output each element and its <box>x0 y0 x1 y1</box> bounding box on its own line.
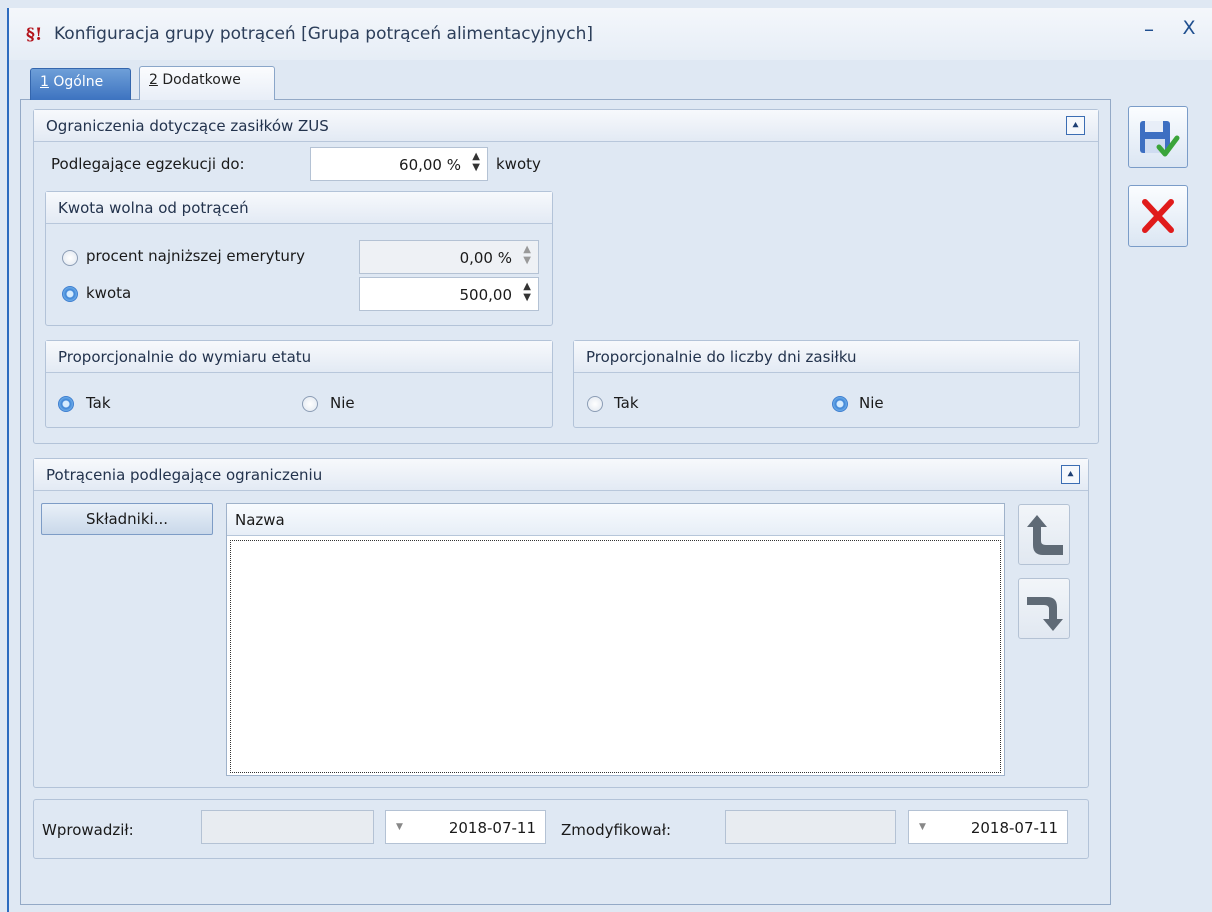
entered-date-picker[interactable]: ▼ 2018-07-11 <box>385 810 546 844</box>
modified-date-picker[interactable]: ▼ 2018-07-11 <box>908 810 1068 844</box>
components-button[interactable]: Składniki... <box>41 503 213 535</box>
date-value: 2018-07-11 <box>448 819 536 837</box>
tab-label: Dodatkowe <box>157 72 241 88</box>
spin-arrows-icon[interactable]: ▲ ▼ <box>523 244 531 266</box>
radio-amount[interactable] <box>62 286 78 302</box>
save-button[interactable] <box>1128 106 1188 168</box>
double-chevron-up-icon: ⯅ <box>1071 119 1080 132</box>
spinner-value: 0,00 % <box>459 249 512 267</box>
collapse-zus-button[interactable]: ⯅ <box>1066 116 1085 135</box>
dropdown-arrow-icon[interactable]: ▼ <box>396 822 403 832</box>
column-header-nazwa[interactable]: Nazwa <box>227 504 1004 536</box>
date-value: 2018-07-11 <box>970 819 1058 837</box>
collapse-deductions-button[interactable]: ⯅ <box>1061 465 1080 484</box>
spinner-value: 500,00 <box>459 286 513 304</box>
radio-amount-label: kwota <box>86 284 132 302</box>
curved-arrow-down-icon <box>1027 597 1063 631</box>
tab-label: Ogólne <box>48 74 104 90</box>
dropdown-arrow-icon[interactable]: ▼ <box>919 822 926 832</box>
group-header: Proporcjonalnie do wymiaru etatu <box>46 341 552 373</box>
move-down-button[interactable] <box>1018 578 1070 639</box>
save-icon <box>1140 121 1180 157</box>
amount-spinner[interactable]: 500,00 ▲ ▼ <box>359 277 539 311</box>
window-title: Konfiguracja grupy potrąceń [Grupa potrą… <box>54 24 593 44</box>
execution-label: Podlegające egzekucji do: <box>51 155 245 173</box>
double-chevron-up-icon: ⯅ <box>1066 468 1075 481</box>
tab-dodatkowe[interactable]: 2 Dodatkowe <box>139 66 275 100</box>
radio-days-yes[interactable] <box>587 396 603 412</box>
move-up-button[interactable] <box>1018 504 1070 565</box>
group-header: Ograniczenia dotyczące zasiłków ZUS <box>34 110 1098 142</box>
modified-by-field <box>725 810 896 844</box>
close-button[interactable]: X <box>1178 17 1200 39</box>
radio-days-yes-label: Tak <box>614 394 639 412</box>
cancel-button[interactable] <box>1128 185 1188 247</box>
percent-pension-spinner[interactable]: 0,00 % ▲ ▼ <box>359 240 539 274</box>
radio-etat-yes-label: Tak <box>86 394 111 412</box>
spinner-value: 60,00 % <box>399 156 461 174</box>
tab-shortcut: 2 <box>149 72 158 88</box>
minimize-button[interactable]: – <box>1138 17 1160 41</box>
radio-percent-pension[interactable] <box>62 250 78 266</box>
radio-days-no[interactable] <box>832 396 848 412</box>
radio-days-no-label: Nie <box>859 394 884 412</box>
grid-body[interactable] <box>230 540 1001 773</box>
execution-suffix: kwoty <box>496 155 541 173</box>
curved-arrow-up-icon <box>1027 515 1063 555</box>
modified-by-label: Zmodyfikował: <box>561 821 672 839</box>
radio-percent-label: procent najniższej emerytury <box>86 247 305 265</box>
radio-etat-yes[interactable] <box>58 396 74 412</box>
app-logo-icon: §! <box>26 25 43 45</box>
spin-arrows-icon[interactable]: ▲ ▼ <box>523 281 531 303</box>
tab-ogolne[interactable]: 1 Ogólne <box>30 68 131 100</box>
entered-by-label: Wprowadził: <box>42 821 134 839</box>
group-header: Kwota wolna od potrąceń <box>46 192 552 224</box>
tab-shortcut: 1 <box>40 74 49 90</box>
execution-percent-spinner[interactable]: 60,00 % ▲ ▼ <box>310 147 488 181</box>
cancel-x-icon <box>1142 199 1174 233</box>
group-header: Proporcjonalnie do liczby dni zasiłku <box>574 341 1079 373</box>
radio-etat-no[interactable] <box>302 396 318 412</box>
proportional-days-group: Proporcjonalnie do liczby dni zasiłku <box>573 340 1080 428</box>
radio-etat-no-label: Nie <box>330 394 355 412</box>
group-header: Potrącenia podlegające ograniczeniu <box>34 459 1088 491</box>
entered-by-field <box>201 810 374 844</box>
proportional-etat-group: Proporcjonalnie do wymiaru etatu <box>45 340 553 428</box>
spin-arrows-icon[interactable]: ▲ ▼ <box>472 151 480 173</box>
